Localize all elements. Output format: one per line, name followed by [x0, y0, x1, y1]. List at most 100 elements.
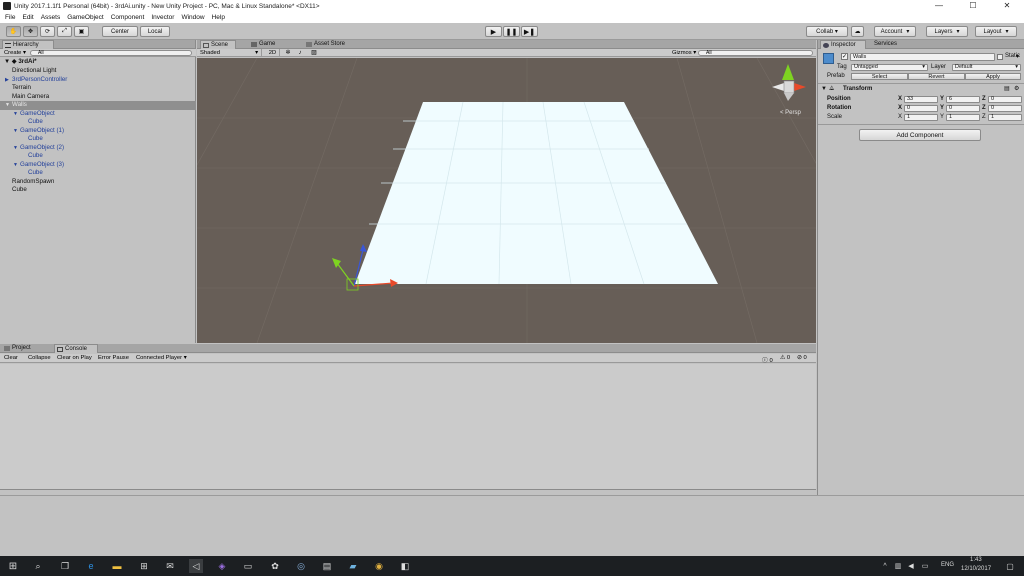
layout-button[interactable]: Layout ▾	[975, 26, 1017, 37]
add-component-button[interactable]: Add Component	[859, 129, 981, 141]
tab-hierarchy[interactable]: Hierarchy	[2, 40, 54, 49]
edge-browser-icon[interactable]: e	[84, 559, 98, 573]
hierarchy-item[interactable]: ▼ GameObject (3)	[0, 161, 196, 170]
app-icon-1[interactable]: ▤	[320, 559, 334, 573]
hierarchy-item[interactable]: ▶ 3rdPersonController	[0, 76, 196, 85]
hierarchy-item[interactable]: ▼ GameObject	[0, 110, 196, 119]
menu-component[interactable]: Component	[111, 14, 145, 21]
command-prompt-icon[interactable]: ▭	[241, 559, 255, 573]
scene-canvas[interactable]: < Persp	[197, 58, 816, 343]
tab-inspector[interactable]: Inspector	[820, 40, 866, 49]
pivot-local-button[interactable]: Local	[140, 26, 170, 37]
visual-studio-icon[interactable]: ◈	[215, 559, 229, 573]
console-clear-on-play-button[interactable]: Clear on Play	[57, 355, 92, 361]
transform-expand-icon[interactable]: ▼	[821, 86, 827, 92]
hierarchy-item[interactable]: Directional Light	[0, 67, 196, 76]
static-dropdown-icon[interactable]: ▾	[1016, 53, 1019, 60]
tab-asset-store[interactable]: Asset Store	[304, 40, 360, 49]
rect-tool-icon[interactable]: ▣	[74, 26, 89, 37]
effects-toggle-icon[interactable]: ▨	[307, 49, 321, 57]
pivot-center-button[interactable]: Center	[102, 26, 138, 37]
tab-project[interactable]: Project	[2, 344, 42, 353]
position-x-field[interactable]: 33	[904, 96, 938, 103]
tab-game[interactable]: Game	[249, 40, 285, 49]
hierarchy-item[interactable]: ▼ Walls	[0, 101, 196, 110]
volume-icon[interactable]: ◀	[906, 559, 916, 573]
hierarchy-item[interactable]: Cube	[0, 169, 196, 178]
notification-center-icon[interactable]: ▢	[1003, 559, 1017, 573]
menu-assets[interactable]: Assets	[41, 14, 61, 21]
hand-tool-icon[interactable]: ✋	[6, 26, 21, 37]
prefab-select-button[interactable]: Select	[851, 73, 908, 80]
network-icon[interactable]: ▥	[893, 559, 903, 573]
pause-button[interactable]: ❚❚	[503, 26, 520, 37]
scale-x-field[interactable]: 1	[904, 114, 938, 121]
tab-console[interactable]: Console	[54, 344, 98, 353]
maximize-button[interactable]: ☐	[956, 0, 990, 12]
unity-taskbar-icon[interactable]: ◁	[189, 559, 203, 573]
search-icon[interactable]: ⌕	[31, 559, 45, 573]
minimize-button[interactable]: —	[922, 0, 956, 12]
account-button[interactable]: Account ▾	[874, 26, 916, 37]
hierarchy-item[interactable]: ▼ GameObject (1)	[0, 127, 196, 136]
error-count-toggle[interactable]: ⊘ 0	[797, 355, 807, 361]
rotate-tool-icon[interactable]: ⟳	[40, 26, 55, 37]
console-log-area[interactable]	[0, 364, 816, 489]
file-explorer-icon[interactable]: ▬	[110, 559, 124, 573]
chrome-icon[interactable]: ◉	[372, 559, 386, 573]
rotation-z-field[interactable]: 0	[988, 105, 1022, 112]
scene-search-input[interactable]: All	[698, 50, 813, 56]
object-name-field[interactable]: Walls	[850, 53, 995, 61]
hierarchy-item[interactable]: Terrain	[0, 84, 196, 93]
transform-header[interactable]: ▼ ⟁ Transform ▤ ⚙	[818, 85, 1024, 94]
hierarchy-search-input[interactable]: All	[30, 50, 192, 56]
shading-mode-dropdown[interactable]: Shaded ▾	[200, 49, 262, 57]
prefab-revert-button[interactable]: Revert	[908, 73, 965, 80]
cloud-icon[interactable]: ☁	[851, 26, 864, 37]
steam-icon[interactable]: ◎	[294, 559, 308, 573]
hierarchy-item[interactable]: Cube	[0, 186, 196, 195]
move-tool-icon[interactable]: ✥	[23, 26, 38, 37]
warning-count-toggle[interactable]: ⚠ 0	[780, 355, 790, 361]
expand-arrow-icon[interactable]: ▼	[13, 127, 18, 136]
store-icon[interactable]: ⊞	[137, 559, 151, 573]
expand-arrow-icon[interactable]: ▼	[13, 161, 18, 170]
scene-viewport[interactable]: < Persp	[197, 58, 816, 343]
expand-arrow-icon[interactable]: ▼	[13, 144, 18, 153]
create-button[interactable]: Create ▾	[4, 50, 26, 56]
scale-tool-icon[interactable]: ⤢	[57, 26, 72, 37]
scene-expand-icon[interactable]: ▼	[4, 58, 10, 65]
hierarchy-item[interactable]: Cube	[0, 118, 196, 127]
step-button[interactable]: ▶❚	[521, 26, 538, 37]
tag-dropdown[interactable]: Untagged ▾	[851, 64, 928, 71]
collab-button[interactable]: Collab ▾	[806, 26, 848, 37]
play-button[interactable]: ▶	[485, 26, 502, 37]
hierarchy-item[interactable]: Cube	[0, 152, 196, 161]
position-y-field[interactable]: 6	[946, 96, 980, 103]
clock-date[interactable]: 12/10/2017	[961, 566, 991, 572]
hierarchy-item[interactable]: RandomSpawn	[0, 178, 196, 187]
scale-z-field[interactable]: 1	[988, 114, 1022, 121]
settings-app-icon[interactable]: ✿	[268, 559, 282, 573]
mail-icon[interactable]: ✉	[163, 559, 177, 573]
layer-dropdown[interactable]: Default ▾	[952, 64, 1021, 71]
hierarchy-item[interactable]: Cube	[0, 135, 196, 144]
clock-time[interactable]: 1:43	[970, 557, 982, 563]
app-icon-2[interactable]: ▰	[346, 559, 360, 573]
active-checkbox[interactable]: ✓	[841, 53, 848, 60]
rotation-x-field[interactable]: 0	[904, 105, 938, 112]
position-z-field[interactable]: 0	[988, 96, 1022, 103]
tab-scene[interactable]: Scene	[200, 40, 236, 49]
app-icon-3[interactable]: ◧	[398, 559, 412, 573]
windows-start-icon[interactable]: ⊞	[6, 559, 20, 573]
log-count-toggle[interactable]: ⓘ 0	[762, 355, 773, 364]
persp-label[interactable]: < Persp	[780, 110, 802, 116]
scene-root-row[interactable]: ▼ ◆ 3rdAi*	[0, 58, 196, 67]
battery-icon[interactable]: ▭	[920, 559, 930, 573]
rotation-y-field[interactable]: 0	[946, 105, 980, 112]
hierarchy-item[interactable]: Main Camera	[0, 93, 196, 102]
console-error-pause-button[interactable]: Error Pause	[98, 355, 129, 361]
scale-y-field[interactable]: 1	[946, 114, 980, 121]
task-view-icon[interactable]: ❐	[58, 559, 72, 573]
menu-gameobject[interactable]: GameObject	[67, 14, 104, 21]
